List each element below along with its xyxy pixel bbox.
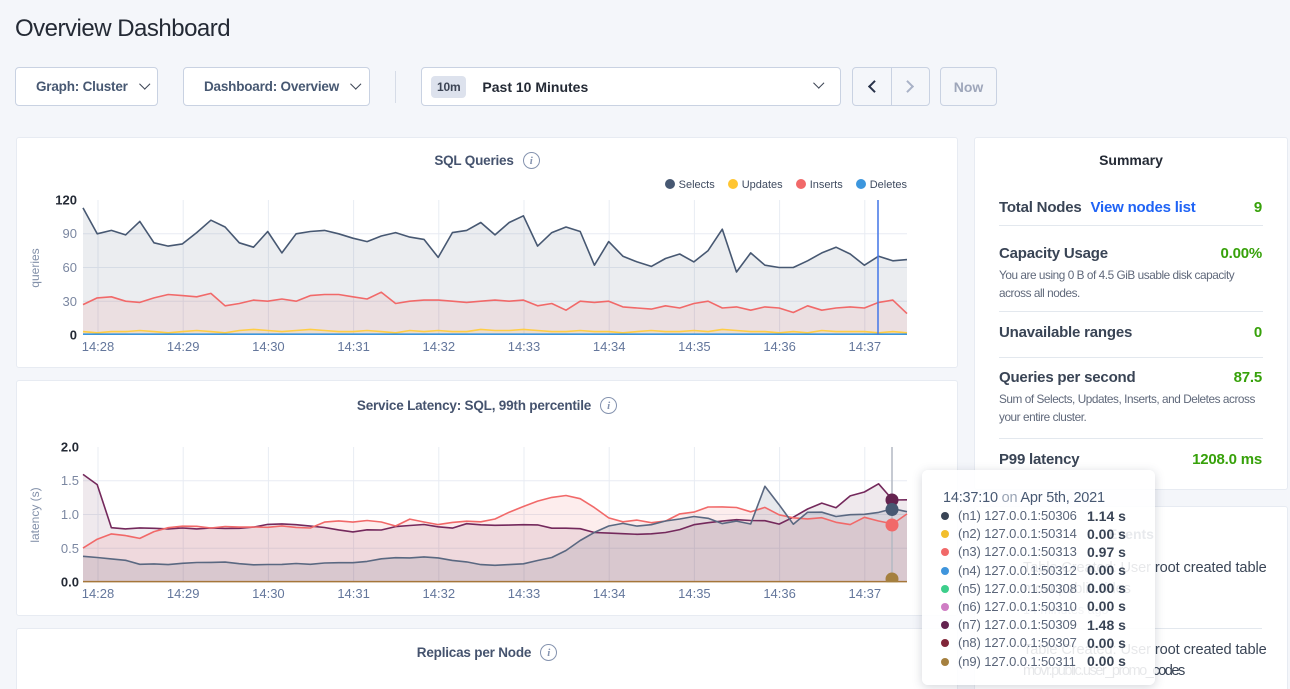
svg-text:14:28: 14:28 (82, 339, 115, 354)
svg-text:14:29: 14:29 (167, 586, 200, 601)
svg-text:0.0: 0.0 (61, 575, 79, 590)
svg-text:2.0: 2.0 (61, 440, 79, 455)
svg-text:14:34: 14:34 (593, 339, 626, 354)
svg-text:14:29: 14:29 (167, 339, 200, 354)
svg-text:90: 90 (63, 226, 77, 241)
svg-text:14:30: 14:30 (252, 586, 285, 601)
svg-text:14:33: 14:33 (508, 339, 541, 354)
svg-text:30: 30 (63, 294, 77, 309)
svg-text:14:28: 14:28 (82, 586, 115, 601)
svg-text:14:32: 14:32 (423, 339, 456, 354)
svg-text:0.5: 0.5 (61, 541, 79, 556)
svg-text:14:30: 14:30 (252, 339, 285, 354)
svg-text:14:31: 14:31 (337, 586, 370, 601)
svg-text:14:35: 14:35 (678, 586, 711, 601)
svg-text:queries: queries (28, 248, 42, 287)
svg-text:60: 60 (63, 260, 77, 275)
svg-text:latency (s): latency (s) (28, 487, 42, 542)
svg-text:1.5: 1.5 (61, 473, 79, 488)
svg-text:0: 0 (70, 328, 77, 343)
svg-text:14:33: 14:33 (508, 586, 541, 601)
svg-text:120: 120 (55, 193, 77, 208)
svg-text:14:31: 14:31 (337, 339, 370, 354)
svg-text:14:37: 14:37 (849, 586, 882, 601)
svg-text:14:34: 14:34 (593, 586, 626, 601)
svg-text:14:32: 14:32 (423, 586, 456, 601)
svg-text:14:36: 14:36 (763, 586, 796, 601)
svg-text:14:37: 14:37 (849, 339, 882, 354)
svg-text:14:35: 14:35 (678, 339, 711, 354)
svg-text:1.0: 1.0 (61, 507, 79, 522)
svg-text:14:36: 14:36 (763, 339, 796, 354)
